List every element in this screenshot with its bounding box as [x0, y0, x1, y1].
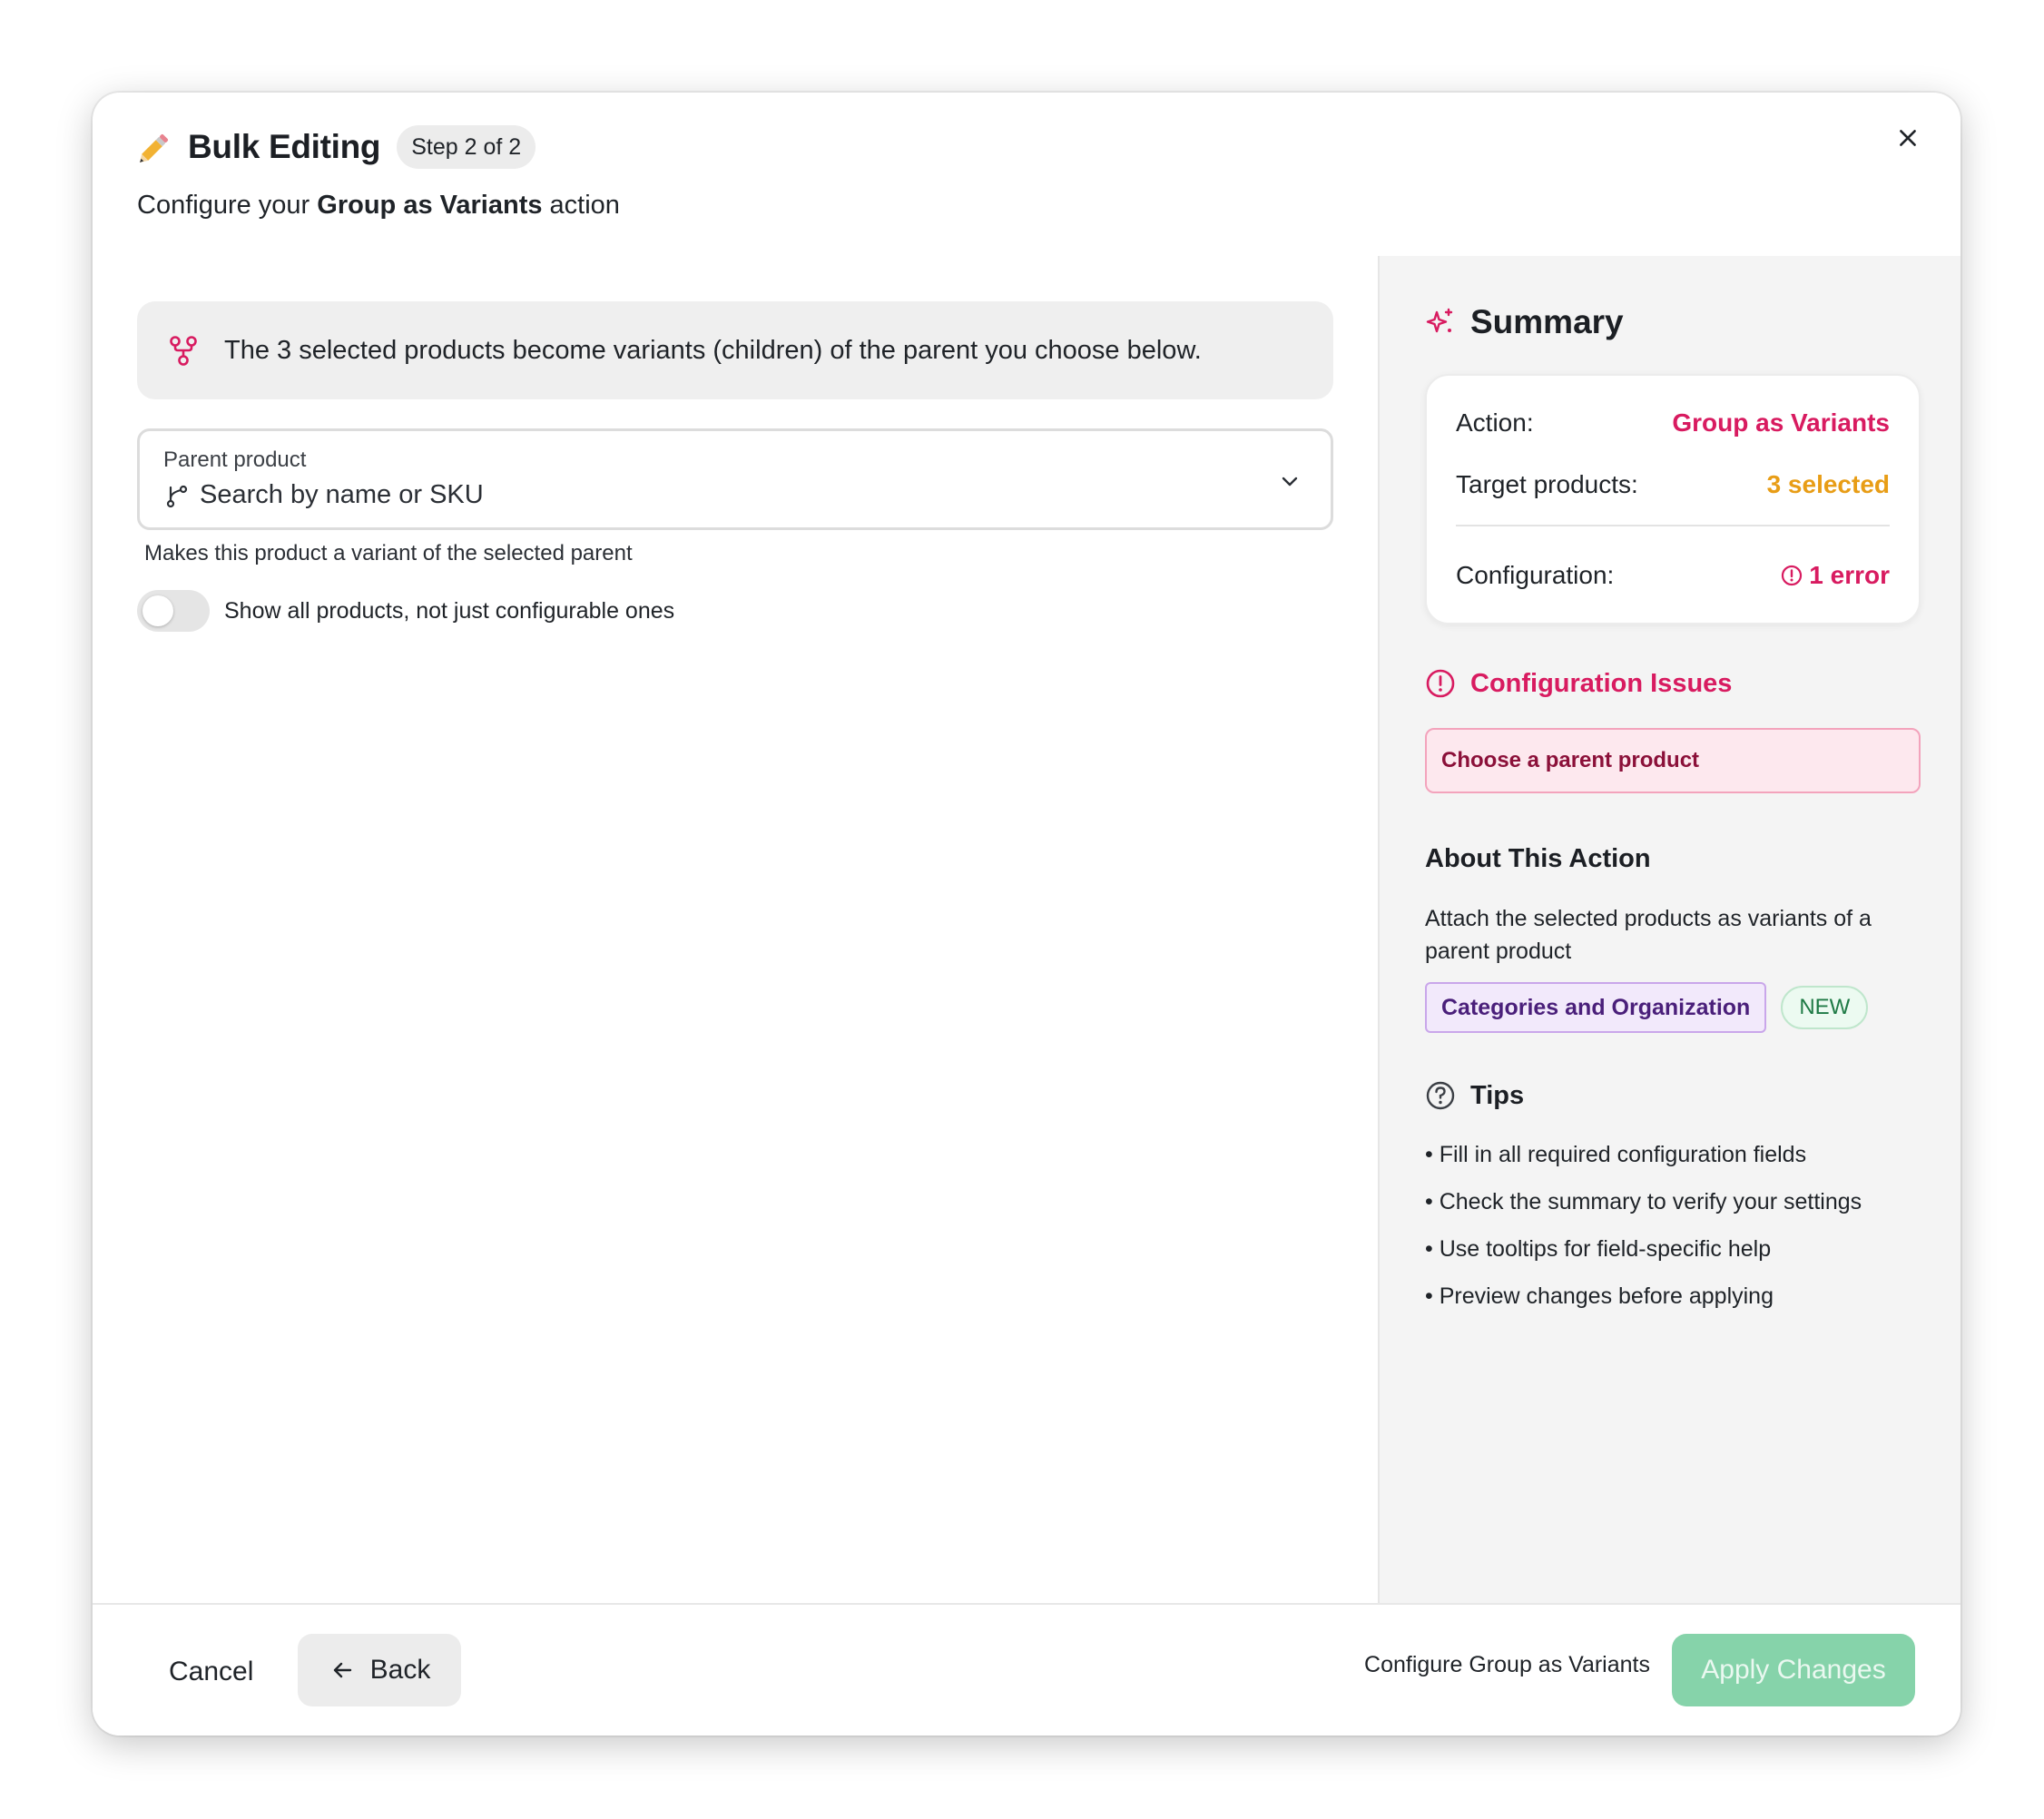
target-products-label: Target products: [1456, 470, 1638, 498]
configuration-status: 1 error [1780, 561, 1890, 590]
info-text: The 3 selected products become variants … [224, 335, 1202, 365]
footer-action-hint: Configure Group as Variants [1364, 1652, 1650, 1677]
cancel-button[interactable]: Cancel [167, 1636, 255, 1708]
git-branch-icon [166, 485, 188, 507]
tips-list: • Fill in all required configuration fie… [1425, 1138, 1862, 1327]
subtitle-action: Group as Variants [317, 191, 543, 220]
configuration-label: Configuration: [1456, 561, 1615, 589]
parent-product-helper: Makes this product a variant of the sele… [144, 541, 633, 565]
about-action-title: About This Action [1425, 844, 1651, 873]
summary-title: Summary [1470, 303, 1624, 340]
category-tag: Categories and Organization [1425, 982, 1767, 1033]
target-products-value: 3 selected [1766, 470, 1890, 498]
parent-product-label: Parent product [163, 447, 307, 472]
dialog-header: Bulk Editing Step 2 of 2 Configure your … [137, 125, 1870, 221]
close-button[interactable] [1886, 116, 1930, 160]
configuration-pane: The 3 selected products become variants … [137, 301, 1333, 632]
alert-circle-icon [1426, 669, 1455, 698]
issue-item: Choose a parent product [1425, 728, 1921, 793]
show-all-products-label: Show all products, not just configurable… [224, 597, 675, 624]
about-action-description: Attach the selected products as variants… [1425, 906, 1872, 964]
hierarchy-icon [170, 336, 197, 366]
help-circle-icon [1426, 1081, 1455, 1110]
configuration-value: 1 error [1809, 561, 1890, 589]
tips-title: Tips [1470, 1080, 1525, 1110]
action-value: Group as Variants [1672, 408, 1890, 437]
close-icon [1900, 130, 1916, 146]
show-all-products-toggle[interactable] [137, 590, 210, 632]
subtitle-prefix: Configure your [137, 191, 318, 220]
bulk-edit-dialog: Bulk Editing Step 2 of 2 Configure your … [93, 93, 1960, 1735]
dialog-footer: Cancel Back Configure Group as Variants … [93, 1603, 1960, 1735]
tip-item: • Fill in all required configuration fie… [1425, 1142, 1807, 1167]
apply-changes-button[interactable]: Apply Changes [1672, 1634, 1915, 1706]
tip-item: • Check the summary to verify your setti… [1425, 1189, 1862, 1214]
back-button[interactable]: Back [298, 1634, 461, 1706]
parent-product-placeholder: Search by name or SKU [200, 480, 484, 509]
configuration-issues-title: Configuration Issues [1470, 668, 1733, 698]
back-label: Back [369, 1655, 431, 1685]
sparkle-icon [1426, 308, 1453, 333]
action-label: Action: [1456, 408, 1534, 437]
new-badge: NEW [1781, 986, 1869, 1029]
summary-panel: Summary Action: Group as Variants Target… [1378, 256, 1960, 1605]
arrow-left-icon [333, 1662, 351, 1678]
summary-divider [1456, 525, 1890, 526]
tip-item: • Preview changes before applying [1425, 1283, 1774, 1309]
info-banner: The 3 selected products become variants … [137, 301, 1333, 399]
dialog-subtitle: Configure your Group as Variants action [137, 191, 1870, 221]
dialog-title: Bulk Editing [188, 128, 381, 165]
show-all-toggle-row: Show all products, not just configurable… [137, 590, 1333, 632]
alert-circle-icon [1782, 565, 1803, 586]
subtitle-suffix: action [542, 191, 620, 220]
chevron-down-icon [1282, 477, 1298, 487]
parent-product-select[interactable]: Parent product Search by name or SKU [137, 428, 1333, 530]
step-badge: Step 2 of 2 [397, 125, 536, 169]
summary-card: Action: Group as Variants Target product… [1425, 374, 1921, 624]
toggle-knob [142, 595, 173, 626]
pencil-icon [140, 133, 169, 162]
tip-item: • Use tooltips for field-specific help [1425, 1236, 1772, 1262]
action-tags: Categories and Organization NEW [1425, 982, 1869, 1033]
